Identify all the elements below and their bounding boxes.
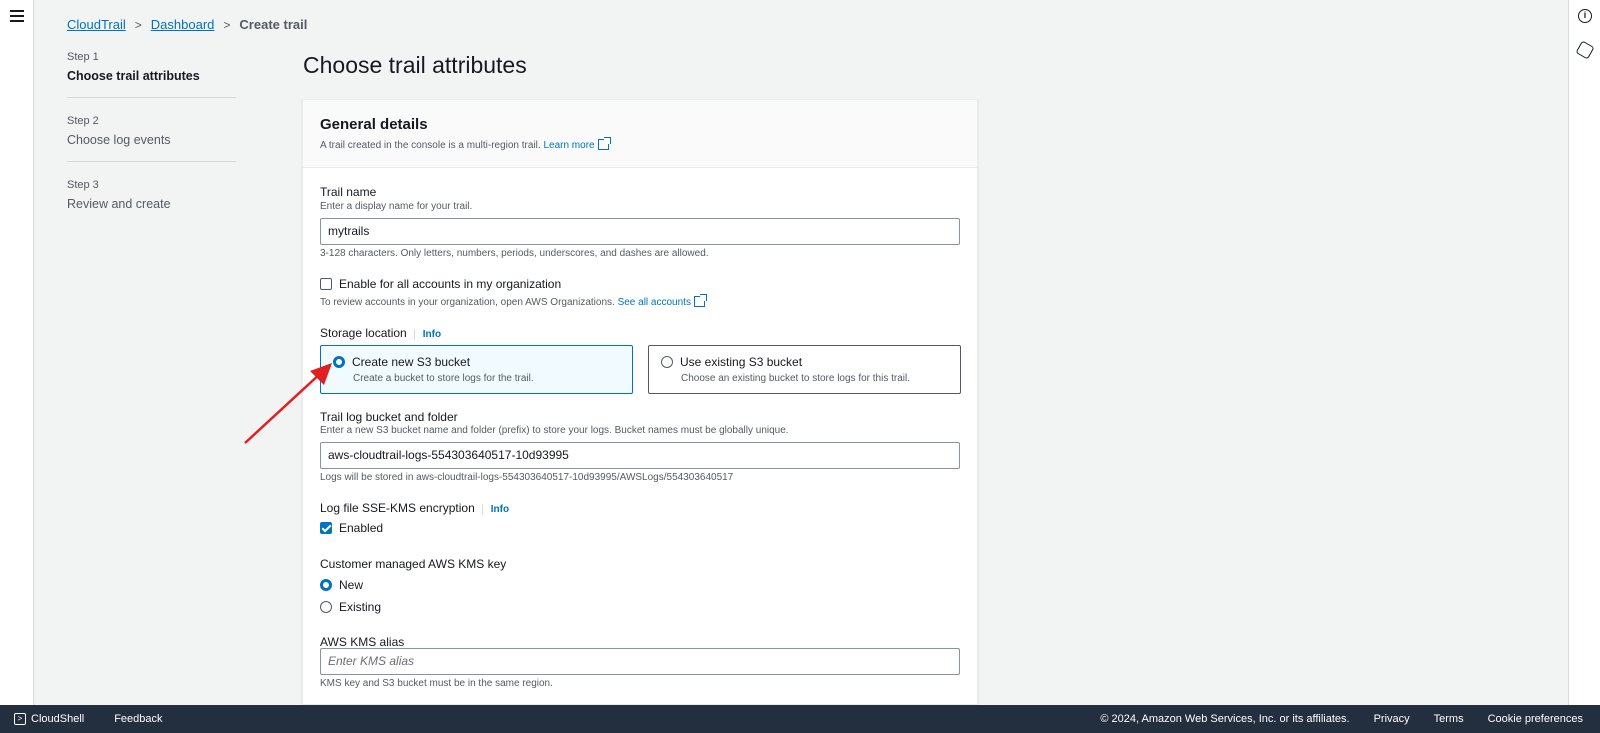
radio-use-existing-bucket[interactable] <box>661 356 673 368</box>
tile-desc: Create a bucket to store logs for the tr… <box>353 373 534 384</box>
step-title: Choose trail attributes <box>67 69 200 83</box>
annotation-arrow-icon <box>244 363 332 444</box>
trail-name-label: Trail name <box>320 185 377 199</box>
cookie-preferences-link[interactable]: Cookie preferences <box>1488 713 1583 725</box>
tile-create-new-bucket[interactable]: Create new S3 bucket Create a bucket to … <box>320 345 633 394</box>
cmk-option-new[interactable]: New <box>320 578 363 592</box>
privacy-link[interactable]: Privacy <box>1374 713 1410 725</box>
panel-description: A trail created in the console is a mult… <box>320 137 960 151</box>
wizard-steps: Step 1 Choose trail attributes Step 2 Ch… <box>67 51 236 242</box>
kms-encryption-label: Log file SSE-KMS encryption Info <box>320 501 510 515</box>
trail-name-desc: Enter a display name for your trail. <box>320 201 473 212</box>
kms-enabled-checkbox[interactable] <box>320 522 332 534</box>
info-icon[interactable]: i <box>1578 9 1592 23</box>
cmk-option-new-label: New <box>339 578 364 592</box>
breadcrumb: CloudTrail > Dashboard > Create trail <box>67 17 307 32</box>
kms-alias-label: AWS KMS alias <box>320 635 405 649</box>
cmk-option-existing[interactable]: Existing <box>320 600 381 614</box>
see-all-accounts-link[interactable]: See all accounts <box>618 297 691 308</box>
bucket-input[interactable]: aws-cloudtrail-logs-554303640517-10d9399… <box>320 442 960 469</box>
tile-title: Create new S3 bucket <box>333 355 620 369</box>
tile-title-text: Create new S3 bucket <box>352 355 471 369</box>
external-link-icon <box>597 137 611 150</box>
panel-description-text: A trail created in the console is a mult… <box>320 140 541 151</box>
kms-encryption-text: Log file SSE-KMS encryption <box>320 501 475 515</box>
step-title: Review and create <box>67 197 171 211</box>
org-checkbox-label: Enable for all accounts in my organizati… <box>339 277 562 291</box>
cloudshell-icon[interactable]: > <box>14 713 26 725</box>
step-3[interactable]: Step 3 Review and create <box>67 179 236 225</box>
step-2[interactable]: Step 2 Choose log events <box>67 115 236 162</box>
bucket-desc: Enter a new S3 bucket name and folder (p… <box>320 425 789 436</box>
cmk-option-existing-label: Existing <box>339 600 382 614</box>
cmk-label: Customer managed AWS KMS key <box>320 557 507 571</box>
radio-cmk-existing[interactable] <box>320 601 332 613</box>
org-checkbox[interactable] <box>320 278 332 290</box>
kms-info-link[interactable]: Info <box>481 504 510 515</box>
panel-header: General details A trail created in the c… <box>303 100 977 168</box>
breadcrumb-dashboard[interactable]: Dashboard <box>151 17 215 32</box>
org-desc-text: To review accounts in your organization,… <box>320 297 615 308</box>
menu-icon[interactable] <box>10 10 24 22</box>
trail-name-input[interactable]: mytrails <box>320 218 960 245</box>
right-rail: i <box>1568 0 1600 705</box>
tile-use-existing-bucket[interactable]: Use existing S3 bucket Choose an existin… <box>648 345 961 394</box>
tile-title: Use existing S3 bucket <box>661 355 948 369</box>
footer-bar: > CloudShell Feedback © 2024, Amazon Web… <box>0 705 1600 733</box>
panel-title: General details <box>320 116 428 133</box>
step-number: Step 3 <box>67 179 99 191</box>
bucket-label: Trail log bucket and folder <box>320 410 458 424</box>
feedback-button[interactable]: Feedback <box>114 713 162 725</box>
left-rail <box>0 0 34 705</box>
kms-enabled-row[interactable]: Enabled <box>320 521 383 535</box>
kms-enabled-label: Enabled <box>339 521 384 535</box>
org-checkbox-row[interactable]: Enable for all accounts in my organizati… <box>320 277 561 291</box>
terms-link[interactable]: Terms <box>1434 713 1464 725</box>
step-number: Step 2 <box>67 115 99 127</box>
cloudshell-button[interactable]: CloudShell <box>31 713 84 725</box>
bucket-constraint: Logs will be stored in aws-cloudtrail-lo… <box>320 472 734 483</box>
learn-more-link[interactable]: Learn more <box>543 140 594 151</box>
storage-info-link[interactable]: Info <box>413 329 442 340</box>
breadcrumb-cloudtrail[interactable]: CloudTrail <box>67 17 126 32</box>
org-desc: To review accounts in your organization,… <box>320 294 707 308</box>
breadcrumb-current: Create trail <box>239 17 308 32</box>
footer-right: © 2024, Amazon Web Services, Inc. or its… <box>1100 713 1600 725</box>
step-title: Choose log events <box>67 133 171 147</box>
copyright-text: © 2024, Amazon Web Services, Inc. or its… <box>1100 713 1350 725</box>
radio-cmk-new[interactable] <box>320 579 332 591</box>
external-link-icon <box>693 294 707 307</box>
general-details-panel: General details A trail created in the c… <box>302 99 978 705</box>
storage-location-text: Storage location <box>320 326 407 340</box>
page-title: Choose trail attributes <box>303 52 527 78</box>
kms-alias-input[interactable]: Enter KMS alias <box>320 648 960 675</box>
tile-desc: Choose an existing bucket to store logs … <box>681 373 911 384</box>
kms-alias-constraint: KMS key and S3 bucket must be in the sam… <box>320 678 553 689</box>
trail-name-constraint: 3-128 characters. Only letters, numbers,… <box>320 248 709 259</box>
storage-location-label: Storage location Info <box>320 326 442 340</box>
chevron-right-icon: > <box>223 17 231 32</box>
step-number: Step 1 <box>67 51 99 63</box>
chevron-right-icon: > <box>134 17 142 32</box>
settings-hex-icon[interactable] <box>1575 40 1595 60</box>
tile-title-text: Use existing S3 bucket <box>680 355 803 369</box>
step-1[interactable]: Step 1 Choose trail attributes <box>67 51 236 98</box>
